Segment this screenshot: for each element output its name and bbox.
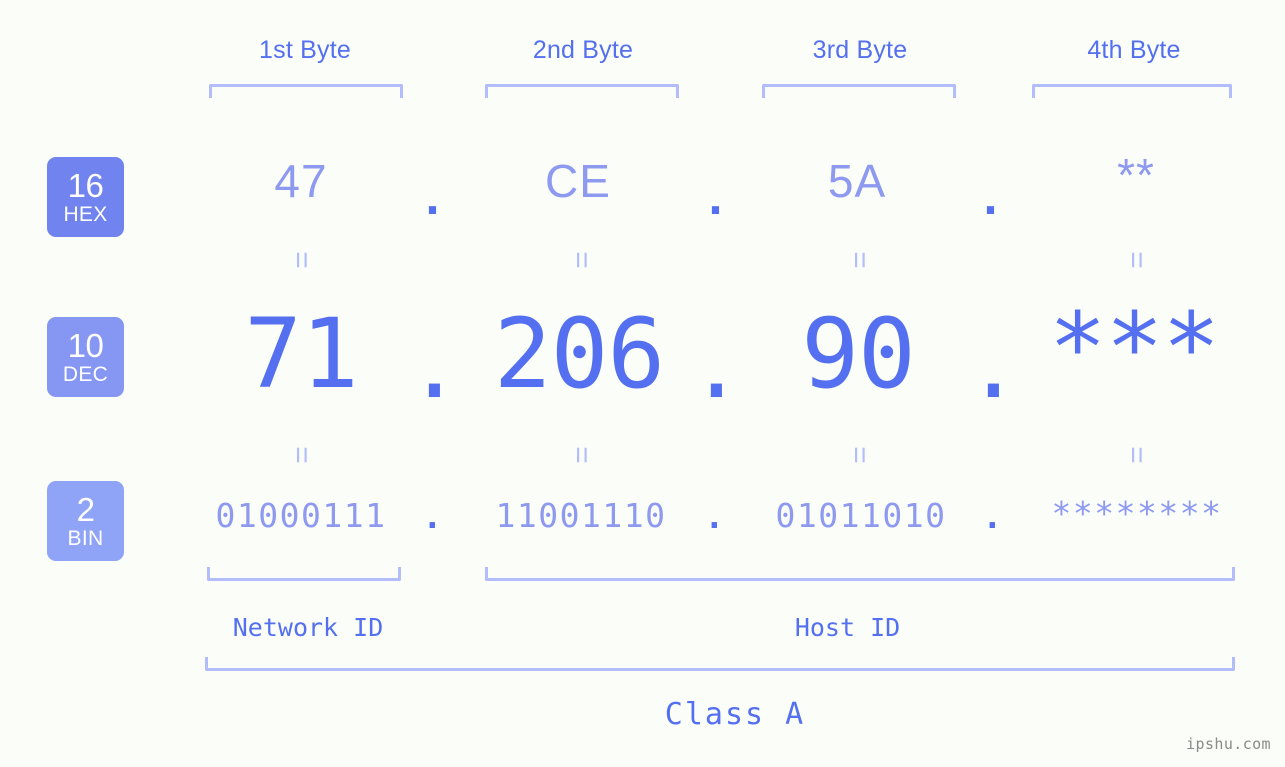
dec-value-byte-4: *** bbox=[1048, 292, 1220, 404]
byte-header-3: 3rd Byte bbox=[812, 36, 908, 64]
base-badge-hex: 16 HEX bbox=[47, 157, 124, 237]
hex-separator-1: . bbox=[419, 174, 447, 225]
bin-value-byte-3: 01011010 bbox=[775, 496, 947, 535]
hex-separator-3: . bbox=[977, 174, 1005, 225]
byte-bracket-3 bbox=[762, 84, 956, 98]
byte-header-2: 2nd Byte bbox=[532, 36, 634, 64]
base-badge-dec: 10 DEC bbox=[47, 317, 124, 397]
bin-value-byte-4: ******** bbox=[1051, 494, 1223, 533]
byte-bracket-4 bbox=[1032, 84, 1232, 98]
equals-hex-dec-4: = bbox=[1120, 251, 1153, 269]
dec-value-byte-2: 206 bbox=[493, 298, 665, 410]
class-bracket bbox=[205, 657, 1235, 671]
host-id-bracket bbox=[485, 567, 1235, 581]
base-badge-dec-abbr: DEC bbox=[62, 363, 109, 386]
bin-separator-3: . bbox=[982, 497, 1004, 536]
hex-value-byte-1: 47 bbox=[274, 155, 328, 207]
class-label: Class A bbox=[664, 697, 806, 732]
equals-hex-dec-1: = bbox=[285, 251, 318, 269]
equals-hex-dec-2: = bbox=[565, 251, 598, 269]
equals-dec-bin-1: = bbox=[285, 446, 318, 464]
dec-separator-1: . bbox=[407, 314, 461, 419]
byte-header-4: 4th Byte bbox=[1087, 36, 1181, 64]
dec-value-byte-3: 90 bbox=[801, 298, 916, 410]
base-badge-dec-number: 10 bbox=[67, 327, 104, 364]
dec-value-byte-1: 71 bbox=[244, 298, 359, 410]
host-id-label: Host ID bbox=[794, 613, 901, 642]
bin-separator-2: . bbox=[704, 497, 726, 536]
bin-value-byte-2: 11001110 bbox=[495, 496, 667, 535]
hex-value-byte-2: CE bbox=[545, 155, 611, 207]
equals-dec-bin-3: = bbox=[843, 446, 876, 464]
equals-dec-bin-4: = bbox=[1120, 446, 1153, 464]
byte-bracket-2 bbox=[485, 84, 679, 98]
base-badge-bin: 2 BIN bbox=[47, 481, 124, 561]
base-badge-bin-abbr: BIN bbox=[67, 527, 104, 550]
equals-dec-bin-2: = bbox=[565, 446, 598, 464]
bin-separator-1: . bbox=[422, 497, 444, 536]
dec-separator-2: . bbox=[689, 314, 743, 419]
ip-breakdown-diagram: 1st Byte 2nd Byte 3rd Byte 4th Byte 16 H… bbox=[0, 0, 1285, 767]
byte-bracket-1 bbox=[209, 84, 403, 98]
byte-header-1: 1st Byte bbox=[259, 36, 351, 64]
base-badge-hex-number: 16 bbox=[67, 167, 104, 204]
hex-value-byte-3: 5A bbox=[827, 155, 887, 207]
dec-separator-3: . bbox=[966, 314, 1020, 419]
hex-value-byte-4: ** bbox=[1117, 149, 1155, 201]
bin-value-byte-1: 01000111 bbox=[215, 496, 387, 535]
watermark: ipshu.com bbox=[1186, 735, 1271, 753]
hex-separator-2: . bbox=[702, 174, 730, 225]
network-id-bracket bbox=[207, 567, 401, 581]
network-id-label: Network ID bbox=[232, 613, 384, 642]
base-badge-bin-number: 2 bbox=[76, 491, 95, 528]
base-badge-hex-abbr: HEX bbox=[63, 203, 108, 226]
equals-hex-dec-3: = bbox=[843, 251, 876, 269]
